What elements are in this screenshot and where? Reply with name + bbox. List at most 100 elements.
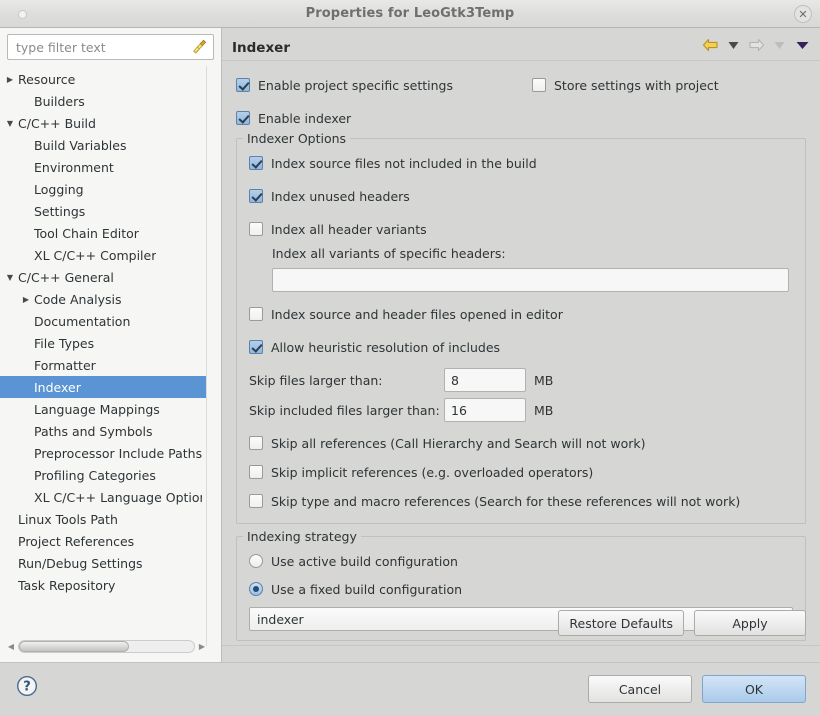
sidebar-item-paths-and-symbols[interactable]: Paths and Symbols [0,420,206,442]
sidebar-item-code-analysis[interactable]: ▶ Code Analysis [0,288,206,310]
filter-box[interactable] [7,34,214,60]
radio-indicator[interactable] [249,554,263,568]
broom-clear-icon[interactable] [191,38,209,56]
skip-included-input[interactable]: 16 [444,398,526,422]
use-fixed-build-configuration-radio[interactable]: Use a fixed build configuration [249,578,793,600]
skip-type-macro-references-checkbox[interactable]: Skip type and macro references (Search f… [249,490,793,512]
sidebar-item-build-variables[interactable]: Build Variables [0,134,206,156]
scroll-thumb[interactable] [19,640,130,652]
sidebar-item-label: Project References [18,533,135,549]
cancel-button[interactable]: Cancel [588,675,692,703]
sidebar-item-environment[interactable]: Environment [0,156,206,178]
index-source-files-not-in-build-checkbox[interactable]: Index source files not included in the b… [249,152,793,174]
sidebar-item-project-references[interactable]: Project References [0,530,206,552]
checkbox-label: Skip type and macro references (Search f… [271,493,741,509]
skip-files-larger-than-row: Skip files larger than: 8 MB [249,368,793,392]
sidebar-item-tool-chain-editor[interactable]: Tool Chain Editor [0,222,206,244]
scroll-track[interactable] [18,639,195,653]
skip-files-unit: MB [534,372,554,388]
index-unused-headers-checkbox[interactable]: Index unused headers [249,185,793,207]
chevron-down-icon[interactable]: ▼ [2,273,18,282]
ok-button[interactable]: OK [702,675,806,703]
specific-headers-input[interactable] [272,268,789,292]
sidebar-item-xl-c-c-language-option[interactable]: XL C/C++ Language Option [0,486,206,508]
sidebar-item-documentation[interactable]: Documentation [0,310,206,332]
checkbox-indicator[interactable] [249,307,263,321]
search-input[interactable] [14,38,187,56]
sidebar-item-language-mappings[interactable]: Language Mappings [0,398,206,420]
checkbox-label: Index source files not included in the b… [271,155,537,171]
radio-label: Use active build configuration [271,553,458,569]
sidebar-item-xl-c-c-compiler[interactable]: XL C/C++ Compiler [0,244,206,266]
back-arrow-icon[interactable] [700,36,720,54]
checkbox-indicator[interactable] [249,222,263,236]
checkbox-indicator[interactable] [249,189,263,203]
view-menu-icon[interactable] [792,36,812,54]
checkbox-indicator[interactable] [532,78,546,92]
sidebar-item-settings[interactable]: Settings [0,200,206,222]
sidebar-item-c-c-build[interactable]: ▼ C/C++ Build [0,112,206,134]
sidebar-item-task-repository[interactable]: Task Repository [0,574,206,596]
skip-included-unit: MB [534,402,554,418]
scroll-left-icon[interactable]: ◀ [4,642,18,651]
sidebar-item-c-c-general[interactable]: ▼ C/C++ General [0,266,206,288]
close-icon[interactable]: ✕ [794,5,812,23]
enable-project-specific-settings-checkbox[interactable]: Enable project specific settings [236,74,532,96]
sidebar-item-builders[interactable]: Builders [0,90,206,112]
window-title: Properties for LeoGtk3Temp [305,6,515,21]
chevron-right-icon[interactable]: ▶ [2,75,18,84]
back-dropdown-icon[interactable] [723,36,743,54]
checkbox-label: Allow heuristic resolution of includes [271,339,501,355]
tree-vertical-scrollbar[interactable] [206,66,207,646]
checkbox-label: Store settings with project [554,77,719,93]
checkbox-indicator[interactable] [249,156,263,170]
sidebar-item-logging[interactable]: Logging [0,178,206,200]
store-settings-with-project-checkbox[interactable]: Store settings with project [532,74,719,96]
radio-label: Use a fixed build configuration [271,581,463,597]
enable-indexer-checkbox[interactable]: Enable indexer [236,107,806,129]
sidebar-item-file-types[interactable]: File Types [0,332,206,354]
sidebar-item-preprocessor-include-paths[interactable]: Preprocessor Include Paths, [0,442,206,464]
page-title: Indexer [232,40,290,56]
sidebar-item-linux-tools-path[interactable]: Linux Tools Path [0,508,206,530]
top-checkbox-row: Enable project specific settings Store s… [236,74,806,96]
window-menu-icon[interactable] [18,10,27,19]
index-files-opened-in-editor-checkbox[interactable]: Index source and header files opened in … [249,303,793,325]
sidebar-item-label: Documentation [34,313,131,329]
sidebar-item-resource[interactable]: ▶ Resource [0,68,206,90]
sidebar-item-label: Settings [34,203,86,219]
sidebar-item-label: Code Analysis [34,291,122,307]
restore-defaults-button[interactable]: Restore Defaults [558,610,684,636]
settings-tree[interactable]: ▶ Resource Builders ▼ C/C++ Build Build Varia… [0,66,206,646]
index-all-header-variants-checkbox[interactable]: Index all header variants [249,218,793,240]
skip-files-label: Skip files larger than: [249,372,383,388]
checkbox-indicator[interactable] [249,494,263,508]
apply-button[interactable]: Apply [694,610,806,636]
sidebar-item-label: Indexer [34,379,81,395]
chevron-right-icon[interactable]: ▶ [18,295,34,304]
sidebar-item-run-debug-settings[interactable]: Run/Debug Settings [0,552,206,574]
sidebar-item-label: Resource [18,71,76,87]
help-icon[interactable]: ? [16,675,38,697]
checkbox-indicator[interactable] [236,78,250,92]
checkbox-label: Index source and header files opened in … [271,306,563,322]
sidebar-item-formatter[interactable]: Formatter [0,354,206,376]
checkbox-indicator[interactable] [249,465,263,479]
checkbox-indicator[interactable] [236,111,250,125]
forward-dropdown-icon [769,36,789,54]
chevron-down-icon[interactable]: ▼ [2,119,18,128]
tree-horizontal-scrollbar[interactable]: ◀ ▶ [4,638,209,654]
window-titlebar: Properties for LeoGtk3Temp ✕ [0,0,820,28]
skip-implicit-references-checkbox[interactable]: Skip implicit references (e.g. overloade… [249,461,793,483]
skip-all-references-checkbox[interactable]: Skip all references (Call Hierarchy and … [249,432,793,454]
radio-indicator[interactable] [249,582,263,596]
scroll-right-icon[interactable]: ▶ [195,642,209,651]
specific-headers-label: Index all variants of specific headers: [272,246,506,261]
checkbox-indicator[interactable] [249,436,263,450]
sidebar-item-profiling-categories[interactable]: Profiling Categories [0,464,206,486]
checkbox-indicator[interactable] [249,340,263,354]
skip-files-input[interactable]: 8 [444,368,526,392]
sidebar-item-indexer[interactable]: Indexer [0,376,206,398]
use-active-build-configuration-radio[interactable]: Use active build configuration [249,550,793,572]
allow-heuristic-resolution-checkbox[interactable]: Allow heuristic resolution of includes [249,336,793,358]
